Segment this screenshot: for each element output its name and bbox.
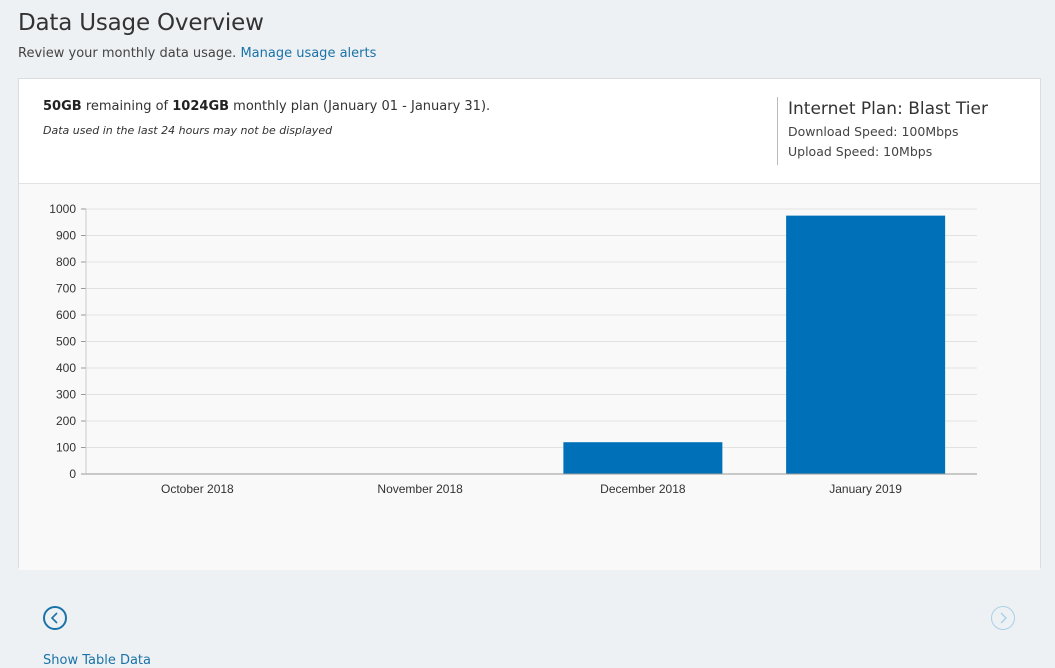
subtitle-text: Review your monthly data usage.	[18, 46, 237, 61]
plan-total: 1024GB	[172, 99, 230, 114]
usage-card: 50GB remaining of 1024GB monthly plan (J…	[18, 78, 1041, 668]
manage-usage-alerts-link[interactable]: Manage usage alerts	[240, 46, 376, 61]
y-tick-label-100: 100	[56, 441, 76, 455]
bar-2	[563, 442, 723, 474]
bar-3	[786, 215, 946, 474]
previous-button[interactable]	[43, 606, 67, 630]
y-tick-label-600: 600	[56, 308, 76, 322]
page-title: Data Usage Overview	[18, 10, 264, 36]
plan-info: Internet Plan: Blast Tier Download Speed…	[777, 97, 988, 165]
usage-summary: 50GB remaining of 1024GB monthly plan (J…	[43, 99, 490, 114]
plan-title: Internet Plan: Blast Tier	[788, 99, 988, 119]
y-tick-label-400: 400	[56, 361, 76, 375]
remaining-of-text: remaining of	[85, 99, 169, 114]
x-tick-label-1: November 2018	[377, 482, 463, 496]
upload-speed: Upload Speed: 10Mbps	[788, 144, 933, 159]
x-tick-label-2: December 2018	[600, 482, 686, 496]
y-tick-label-700: 700	[56, 282, 76, 296]
usage-chart-area: 0 100 200 300 400 500 600 700 800 900 1000 October …	[19, 183, 1040, 668]
show-table-data-link[interactable]: Show Table Data	[43, 653, 151, 668]
download-speed: Download Speed: 100Mbps	[788, 124, 959, 139]
x-tick-label-0: October 2018	[161, 482, 234, 496]
plan-period: monthly plan (January 01 - January 31).	[233, 99, 491, 114]
usage-note: Data used in the last 24 hours may not b…	[43, 124, 333, 137]
page-subtitle: Review your monthly data usage. Manage u…	[18, 46, 376, 61]
x-tick-label-3: January 2019	[829, 482, 902, 496]
y-tick-label-0: 0	[69, 467, 76, 481]
remaining-amount: 50GB	[43, 99, 82, 114]
next-button[interactable]	[991, 606, 1015, 630]
y-tick-label-800: 800	[56, 255, 76, 269]
y-tick-label-300: 300	[56, 388, 76, 402]
y-tick-label-1000: 1000	[49, 202, 76, 216]
chevron-left-icon	[50, 612, 58, 624]
y-tick-label-900: 900	[56, 229, 76, 243]
y-tick-label-200: 200	[56, 414, 76, 428]
y-tick-label-500: 500	[56, 335, 76, 349]
usage-bar-chart: 0 100 200 300 400 500 600 700 800 900 1000 October …	[49, 202, 977, 496]
chevron-right-icon	[1000, 612, 1007, 624]
